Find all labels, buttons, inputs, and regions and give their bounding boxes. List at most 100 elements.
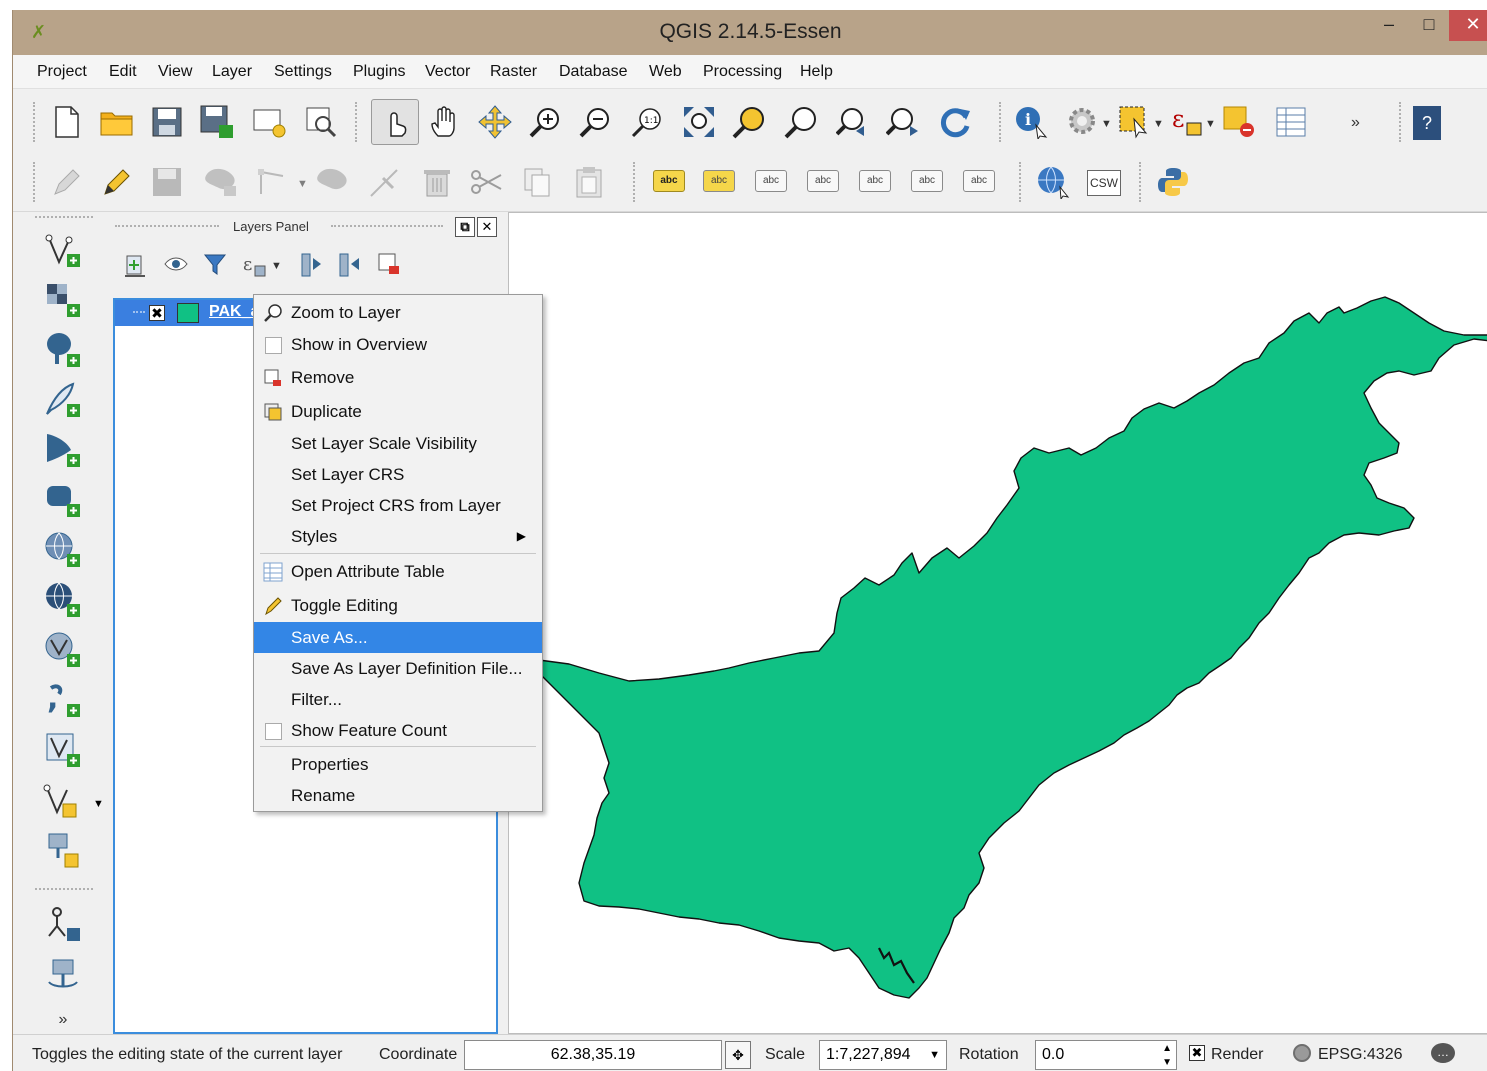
rotation-spinbox[interactable]: 0.0 ▲ ▼ — [1035, 1040, 1177, 1070]
zoom-to-layer-icon[interactable] — [783, 104, 819, 140]
zoom-full-icon[interactable] — [681, 104, 717, 140]
messages-icon[interactable]: … — [1431, 1043, 1455, 1063]
deselect-features-icon[interactable] — [1221, 104, 1257, 140]
remove-layer-icon[interactable] — [377, 252, 401, 282]
new-project-icon[interactable] — [49, 104, 85, 140]
chevron-down-icon[interactable]: ▼ — [929, 1041, 940, 1069]
paste-features-icon[interactable] — [571, 164, 607, 200]
filter-by-expression-icon[interactable]: ε — [241, 252, 267, 284]
save-layer-edits-icon[interactable] — [149, 164, 185, 200]
close-panel-button[interactable]: ✕ — [477, 217, 497, 237]
chevron-down-icon[interactable]: ▼ — [1101, 118, 1112, 130]
menu-zoom-to-layer[interactable]: Zoom to Layer — [254, 297, 542, 328]
toolbar-grip[interactable] — [33, 162, 39, 202]
composer-manager-icon[interactable] — [303, 104, 339, 140]
expand-all-icon[interactable] — [299, 252, 323, 284]
cut-features-icon[interactable] — [469, 164, 505, 200]
open-attribute-table-icon[interactable] — [1273, 104, 1309, 140]
run-feature-action-icon[interactable] — [1065, 104, 1101, 140]
crs-status[interactable]: EPSG:4326 — [1318, 1046, 1403, 1064]
add-gpx-layer-icon[interactable] — [31, 902, 95, 946]
add-virtual-layer-icon[interactable] — [31, 728, 95, 772]
toolbar-overflow-button[interactable]: » — [1351, 114, 1360, 132]
highlight-pinned-labels-icon[interactable]: abc — [703, 170, 735, 192]
menu-vector[interactable]: Vector — [425, 63, 470, 81]
zoom-out-icon[interactable] — [577, 104, 613, 140]
move-feature-icon[interactable] — [315, 164, 351, 200]
zoom-to-selection-icon[interactable] — [731, 104, 767, 140]
menu-layer[interactable]: Layer — [212, 63, 252, 81]
add-wfs-layer-icon[interactable] — [31, 628, 95, 672]
chevron-down-icon[interactable]: ▼ — [297, 178, 308, 190]
zoom-native-resolution-icon[interactable]: 1:1 — [629, 104, 665, 140]
add-feature-icon[interactable] — [203, 164, 239, 200]
identify-features-icon[interactable]: i — [1013, 104, 1049, 140]
menu-save-as[interactable]: Save As... — [254, 622, 542, 653]
show-hide-labels-icon[interactable]: abc — [807, 170, 839, 192]
metasearch-globe-icon[interactable] — [1035, 164, 1071, 200]
python-console-icon[interactable] — [1155, 164, 1191, 200]
zoom-last-icon[interactable] — [835, 104, 871, 140]
csw-icon[interactable]: CSW — [1087, 170, 1121, 196]
spin-down-icon[interactable]: ▼ — [1162, 1049, 1172, 1071]
add-raster-layer-icon[interactable] — [31, 278, 95, 322]
toolbar-grip[interactable] — [1399, 102, 1405, 142]
manage-visibility-icon[interactable] — [163, 252, 189, 282]
menu-settings[interactable]: Settings — [274, 63, 332, 81]
save-project-as-icon[interactable] — [199, 104, 235, 140]
coordinate-field[interactable]: 62.38,35.19 — [464, 1040, 722, 1070]
minimize-button[interactable]: – — [1369, 10, 1409, 41]
toolbar-grip[interactable] — [633, 162, 639, 202]
menu-project[interactable]: Project — [37, 63, 87, 81]
menu-styles[interactable]: Styles ▶ — [254, 521, 542, 552]
pan-map-icon[interactable] — [427, 104, 463, 140]
menu-toggle-editing[interactable]: Toggle Editing — [254, 590, 542, 621]
add-gps-layer-icon[interactable] — [31, 828, 95, 872]
menu-rename[interactable]: Rename — [254, 780, 542, 811]
menu-set-project-crs[interactable]: Set Project CRS from Layer — [254, 490, 542, 521]
new-shapefile-layer-icon[interactable] — [31, 778, 95, 822]
toggle-editing-icon[interactable] — [99, 164, 135, 200]
label-tool-icon[interactable]: abc — [653, 170, 685, 192]
panel-grip[interactable] — [115, 225, 219, 227]
toolbar-grip[interactable] — [1019, 162, 1025, 202]
chevron-down-icon[interactable]: ▼ — [93, 798, 104, 810]
add-db2-layer-icon[interactable] — [31, 478, 95, 522]
add-spatialite-layer-icon[interactable] — [31, 378, 95, 422]
save-project-icon[interactable] — [149, 104, 185, 140]
pin-unpin-labels-icon[interactable]: abc — [755, 170, 787, 192]
rotate-label-icon[interactable]: abc — [911, 170, 943, 192]
add-oracle-layer-icon[interactable] — [31, 952, 95, 996]
menu-set-layer-scale-visibility[interactable]: Set Layer Scale Visibility — [254, 428, 542, 459]
select-features-icon[interactable] — [1117, 104, 1153, 140]
delete-selected-nodes-icon[interactable] — [367, 164, 403, 200]
toolbar-grip[interactable] — [999, 102, 1005, 142]
node-tool-icon[interactable] — [255, 164, 291, 200]
menu-web[interactable]: Web — [649, 63, 682, 81]
filter-legend-icon[interactable] — [203, 252, 227, 282]
overview-checkbox[interactable] — [265, 337, 282, 354]
add-mssql-layer-icon[interactable] — [31, 428, 95, 472]
maximize-button[interactable]: □ — [1409, 10, 1449, 41]
menu-show-feature-count[interactable]: Show Feature Count — [254, 715, 542, 746]
pan-to-selection-icon[interactable] — [477, 104, 513, 140]
render-checkbox[interactable]: ✖ — [1189, 1045, 1205, 1061]
menu-duplicate[interactable]: Duplicate — [254, 396, 542, 427]
chevron-down-icon[interactable]: ▼ — [1205, 118, 1216, 130]
menu-set-layer-crs[interactable]: Set Layer CRS — [254, 459, 542, 490]
menu-view[interactable]: View — [158, 63, 192, 81]
toolbar-grip[interactable] — [33, 102, 39, 142]
scale-combobox[interactable]: 1:7,227,894 ▼ — [819, 1040, 947, 1070]
chevron-down-icon[interactable]: ▼ — [1153, 118, 1164, 130]
menu-properties[interactable]: Properties — [254, 749, 542, 780]
open-project-icon[interactable] — [99, 104, 135, 140]
menu-raster[interactable]: Raster — [490, 63, 537, 81]
zoom-in-icon[interactable] — [527, 104, 563, 140]
toolbar-grip[interactable] — [35, 888, 93, 894]
current-edits-icon[interactable] — [49, 164, 85, 200]
change-label-icon[interactable]: abc — [963, 170, 995, 192]
chevron-down-icon[interactable]: ▼ — [271, 260, 282, 272]
menu-save-as-layer-definition[interactable]: Save As Layer Definition File... — [254, 653, 542, 684]
crs-globe-icon[interactable] — [1293, 1044, 1311, 1062]
menu-filter[interactable]: Filter... — [254, 684, 542, 715]
